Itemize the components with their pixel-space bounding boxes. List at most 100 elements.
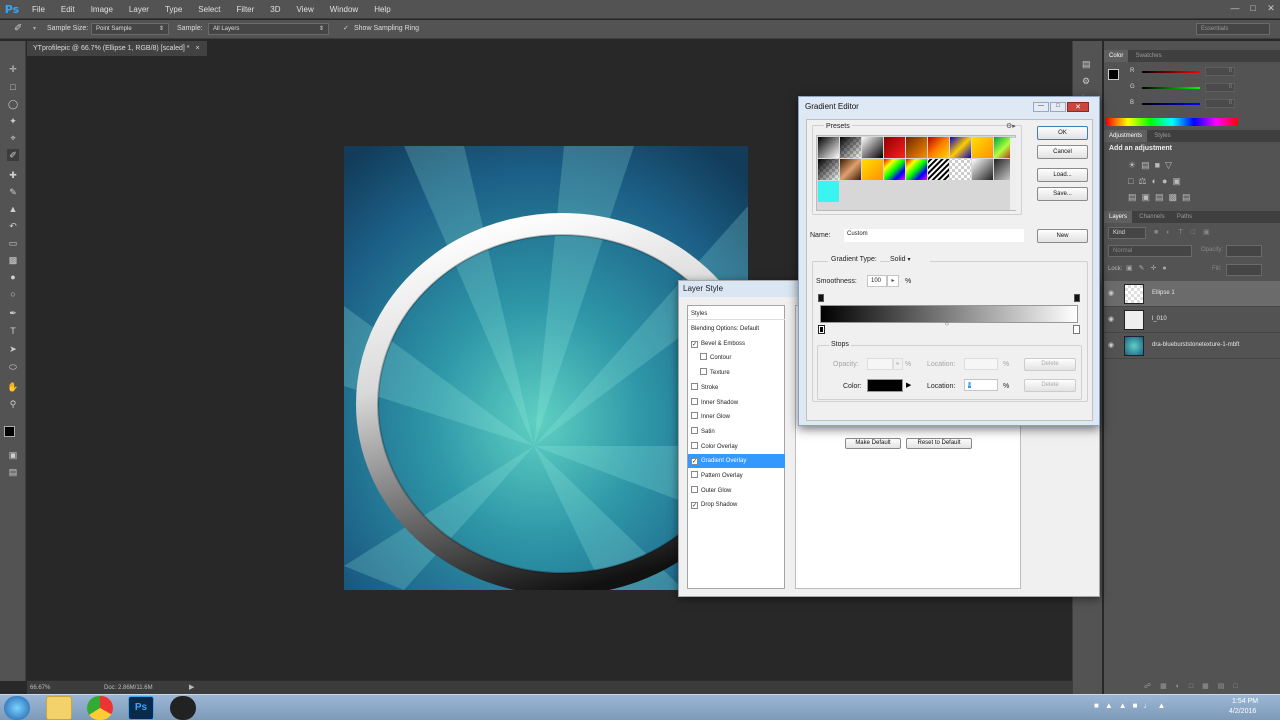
blend-mode-select[interactable]: Normal <box>1108 245 1192 257</box>
eraser-tool-icon[interactable]: ▭ <box>7 237 19 249</box>
checked-checkbox-icon[interactable]: ✓ <box>691 458 698 466</box>
reset-default-button[interactable]: Reset to Default <box>906 438 972 449</box>
channel-r-value[interactable]: 0 <box>1205 67 1235 76</box>
preset-swatches[interactable] <box>817 136 1017 212</box>
move-tool-icon[interactable]: ✛ <box>7 63 19 75</box>
opacity-field[interactable] <box>1226 245 1262 257</box>
pen-tool-icon[interactable]: ✒ <box>7 307 19 319</box>
healing-brush-icon[interactable]: ✚ <box>7 169 19 181</box>
menu-filter[interactable]: Filter <box>229 5 263 14</box>
lock-icons[interactable]: ▣✎✛● <box>1126 264 1186 274</box>
tool-preset-chevron-icon[interactable]: ▾ <box>33 25 36 32</box>
gradient-type-select[interactable]: Solid ▾ <box>890 256 930 267</box>
load-button[interactable]: Load... <box>1037 168 1088 182</box>
channel-r-slider[interactable] <box>1142 71 1200 73</box>
start-button-icon[interactable] <box>4 696 30 720</box>
menu-select[interactable]: Select <box>190 5 228 14</box>
history-panel-icon[interactable]: ▤ <box>1082 59 1094 71</box>
tab-paths[interactable]: Paths <box>1172 211 1197 223</box>
system-tray-icons[interactable]: ■▲▲■♩▲ <box>1094 701 1224 713</box>
tab-adjustments[interactable]: Adjustments <box>1104 130 1148 142</box>
properties-panel-icon[interactable]: ⚙ <box>1082 76 1094 88</box>
style-item[interactable]: ✓ Gradient Overlay <box>688 454 785 469</box>
style-item[interactable]: Contour <box>688 351 785 365</box>
stop-color-arrow-icon[interactable]: ▶ <box>906 381 911 389</box>
fill-field[interactable] <box>1226 264 1262 276</box>
foreground-color-swatch[interactable] <box>4 426 15 437</box>
status-arrow-icon[interactable]: ▶ <box>189 681 194 695</box>
channel-g-value[interactable]: 0 <box>1205 83 1235 92</box>
menu-3d[interactable]: 3D <box>262 5 288 14</box>
color-stop-right[interactable] <box>1073 325 1080 334</box>
checkbox-icon[interactable] <box>700 368 707 376</box>
checked-checkbox-icon[interactable]: ✓ <box>691 502 698 510</box>
quick-mask-icon[interactable]: ▣ <box>7 449 19 461</box>
menu-type[interactable]: Type <box>157 5 190 14</box>
dialog-maximize-icon[interactable]: □ <box>1050 102 1066 112</box>
tab-color[interactable]: Color <box>1104 50 1129 62</box>
style-item[interactable]: Stroke <box>688 381 785 395</box>
gradient-tool-icon[interactable]: ▩ <box>7 254 19 266</box>
sample-size-select[interactable]: Point Sample ⇕ <box>91 23 169 35</box>
gradient-name-field[interactable]: Custom <box>844 229 1024 242</box>
quick-select-tool-icon[interactable]: ✦ <box>7 115 19 127</box>
new-button[interactable]: New <box>1037 229 1088 243</box>
presets-gear-icon[interactable]: ⚙▸ <box>1006 122 1016 130</box>
channel-g-slider[interactable] <box>1142 87 1200 89</box>
dodge-tool-icon[interactable]: ○ <box>7 288 19 300</box>
eyedropper-tool-icon[interactable]: ✐ <box>7 149 19 161</box>
style-item[interactable]: ✓ Drop Shadow <box>688 498 785 512</box>
visibility-eye-icon[interactable]: ◉ <box>1108 315 1114 323</box>
checkbox-icon[interactable] <box>691 471 698 478</box>
save-button[interactable]: Save... <box>1037 187 1088 201</box>
ellipse-tool-icon[interactable]: ⬭ <box>7 361 19 373</box>
chrome-taskbar-icon[interactable] <box>87 696 113 720</box>
checkbox-icon[interactable] <box>691 412 698 420</box>
menu-image[interactable]: Image <box>83 5 121 14</box>
menu-edit[interactable]: Edit <box>53 5 83 14</box>
clock-time[interactable]: 1:54 PM <box>1232 698 1258 705</box>
obs-taskbar-icon[interactable] <box>170 696 196 720</box>
menu-layer[interactable]: Layer <box>121 5 157 14</box>
screen-mode-icon[interactable]: ▤ <box>7 466 19 478</box>
checked-checkbox-icon[interactable]: ✓ <box>691 340 698 348</box>
document-tab[interactable]: YTprofilepic @ 66.7% (Ellipse 1, RGB/8) … <box>27 41 207 56</box>
checkbox-icon[interactable] <box>691 485 698 493</box>
dialog-minimize-icon[interactable]: — <box>1033 102 1049 112</box>
clock-date[interactable]: 4/2/2016 <box>1229 708 1256 715</box>
tab-swatches[interactable]: Swatches <box>1131 50 1167 62</box>
style-item[interactable]: Inner Glow <box>688 410 785 424</box>
menu-window[interactable]: Window <box>322 5 366 14</box>
zoom-level[interactable]: 66.67% <box>30 681 50 695</box>
layer-row[interactable]: ◉ l_010 <box>1104 307 1280 333</box>
style-item[interactable]: Outer Glow <box>688 484 785 498</box>
channel-b-slider[interactable] <box>1142 103 1200 105</box>
opacity-stop-left[interactable] <box>818 294 824 302</box>
show-ring-checkbox[interactable]: ✓ <box>343 24 349 32</box>
checkbox-icon[interactable] <box>691 441 698 449</box>
checkbox-icon[interactable] <box>691 382 698 390</box>
brush-tool-icon[interactable]: ✎ <box>7 186 19 198</box>
color-spectrum-ramp[interactable] <box>1106 118 1238 126</box>
tab-styles[interactable]: Styles <box>1149 130 1175 142</box>
visibility-eye-icon[interactable]: ◉ <box>1108 289 1114 297</box>
layer-footer-icons[interactable]: ☍▦◐□▦▤□ <box>1144 682 1274 692</box>
menu-view[interactable]: View <box>289 5 322 14</box>
checkbox-icon[interactable] <box>691 397 698 405</box>
layer-filter-kind[interactable]: Kind <box>1108 227 1146 239</box>
cancel-button[interactable]: Cancel <box>1037 145 1088 159</box>
path-select-icon[interactable]: ➤ <box>7 343 19 355</box>
blur-tool-icon[interactable]: ● <box>7 271 19 283</box>
checkbox-icon[interactable] <box>691 426 698 434</box>
explorer-taskbar-icon[interactable] <box>46 696 72 720</box>
menu-help[interactable]: Help <box>366 5 398 14</box>
midpoint-diamond-icon[interactable]: ◇ <box>945 321 949 327</box>
close-tab-icon[interactable]: × <box>195 45 199 52</box>
style-item[interactable]: Texture <box>688 366 785 380</box>
layer-row[interactable]: ◉ Ellipse 1 <box>1104 281 1280 307</box>
zoom-tool-icon[interactable]: ⚲ <box>7 398 19 410</box>
channel-b-value[interactable]: 0 <box>1205 99 1235 108</box>
lasso-tool-icon[interactable]: ◯ <box>7 98 19 110</box>
color-stop-left[interactable] <box>818 325 825 334</box>
minimize-icon[interactable]: — <box>1226 0 1244 19</box>
